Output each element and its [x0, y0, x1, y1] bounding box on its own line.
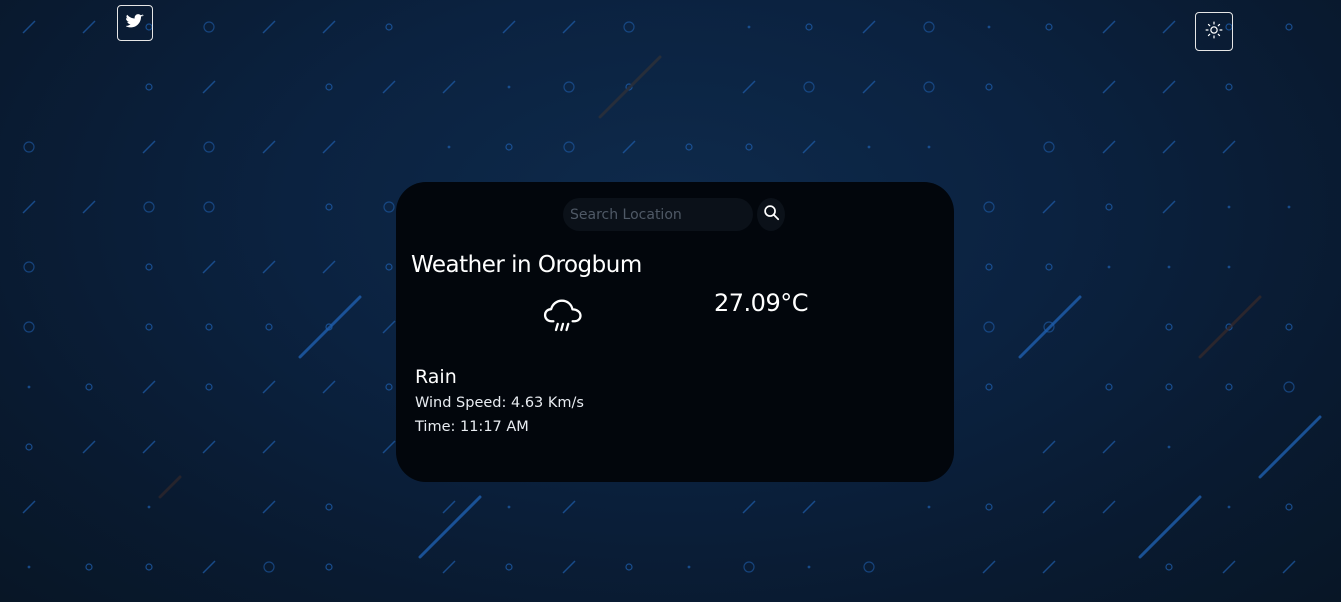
search-bar	[563, 198, 753, 231]
sun-icon	[1205, 21, 1223, 43]
theme-toggle-button[interactable]	[1195, 12, 1233, 51]
twitter-button[interactable]	[117, 5, 153, 41]
twitter-icon	[125, 13, 144, 33]
rain-cloud-icon	[542, 295, 584, 337]
wind-speed: Wind Speed: 4.63 Km/s	[415, 395, 584, 411]
weather-location-title: Weather in Orogbum	[411, 252, 642, 278]
search-input[interactable]	[563, 198, 753, 231]
weather-condition: Rain	[415, 366, 457, 388]
local-time: Time: 11:17 AM	[415, 419, 529, 435]
temperature: 27.09°C	[714, 289, 808, 317]
weather-card: Weather in Orogbum 27.09°C Rain Wind Spe…	[396, 182, 954, 482]
search-button[interactable]	[757, 198, 785, 231]
search-icon	[763, 204, 780, 225]
